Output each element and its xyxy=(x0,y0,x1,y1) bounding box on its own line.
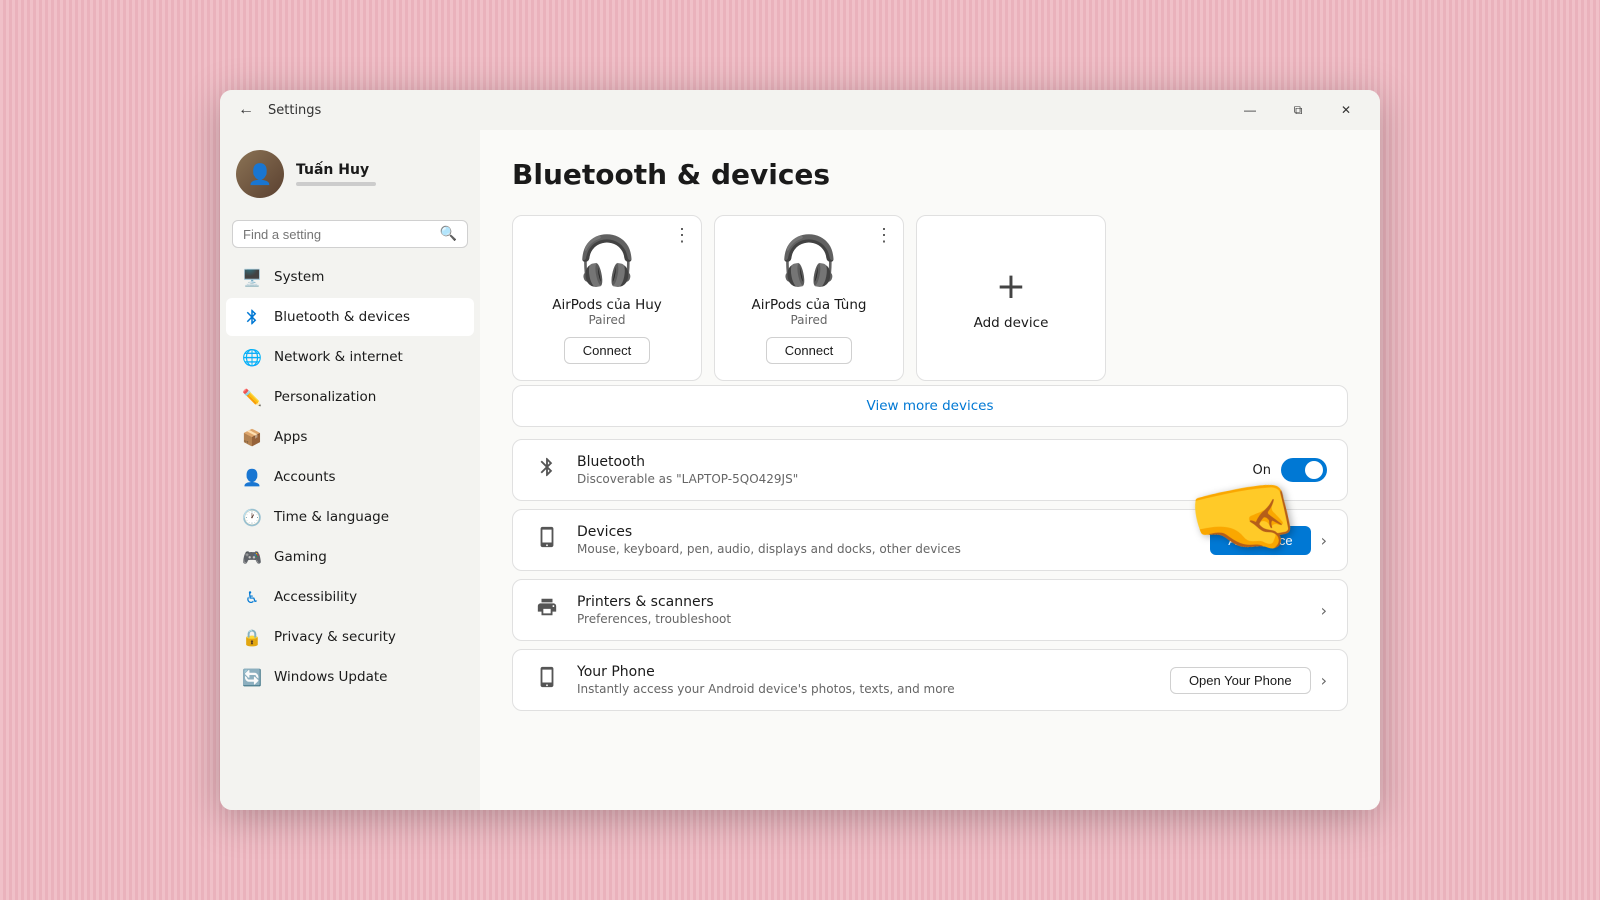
devices-chevron: › xyxy=(1321,531,1327,550)
sidebar-item-label: Privacy & security xyxy=(274,629,396,645)
gaming-icon: 🎮 xyxy=(242,547,262,567)
personalization-icon: ✏️ xyxy=(242,387,262,407)
printers-icon xyxy=(533,596,561,624)
headphones-icon-1: 🎧 xyxy=(577,232,637,289)
device-name-2: AirPods của Tùng xyxy=(752,297,867,313)
phone-icon xyxy=(533,666,561,694)
sidebar-item-gaming[interactable]: 🎮 Gaming xyxy=(226,538,474,576)
restore-button[interactable]: ⧉ xyxy=(1276,94,1320,126)
device-card-1: ⋮ 🎧 AirPods của Huy Paired Connect xyxy=(512,215,702,381)
sidebar-item-label: Windows Update xyxy=(274,669,387,685)
sidebar-item-label: Gaming xyxy=(274,549,327,565)
search-input[interactable] xyxy=(243,227,432,242)
sidebar-item-label: Accessibility xyxy=(274,589,357,605)
sidebar: 👤 Tuấn Huy 🔍 🖥️ System xyxy=(220,130,480,810)
accounts-icon: 👤 xyxy=(242,467,262,487)
sidebar-item-update[interactable]: 🔄 Windows Update xyxy=(226,658,474,696)
connect-btn-2[interactable]: Connect xyxy=(766,337,852,364)
sidebar-item-time[interactable]: 🕐 Time & language xyxy=(226,498,474,536)
content-area: 👤 Tuấn Huy 🔍 🖥️ System xyxy=(220,130,1380,810)
user-status-bar xyxy=(296,182,376,186)
minimize-button[interactable]: — xyxy=(1228,94,1272,126)
device-card-2: ⋮ 🎧 AirPods của Tùng Paired Connect xyxy=(714,215,904,381)
search-box[interactable]: 🔍 xyxy=(232,220,468,248)
sidebar-item-personalization[interactable]: ✏️ Personalization xyxy=(226,378,474,416)
sidebar-item-apps[interactable]: 📦 Apps xyxy=(226,418,474,456)
printers-title: Printers & scanners xyxy=(577,594,1305,610)
phone-chevron: › xyxy=(1321,671,1327,690)
update-icon: 🔄 xyxy=(242,667,262,687)
user-profile: 👤 Tuấn Huy xyxy=(220,142,480,214)
sidebar-item-system[interactable]: 🖥️ System xyxy=(226,258,474,296)
add-device-icon: + xyxy=(996,266,1026,307)
printers-row[interactable]: Printers & scanners Preferences, trouble… xyxy=(512,579,1348,641)
time-icon: 🕐 xyxy=(242,507,262,527)
settings-window: ← Settings — ⧉ ✕ 👤 Tuấn Huy 🔍 xyxy=(220,90,1380,810)
devices-row-icon xyxy=(533,526,561,554)
sidebar-item-network[interactable]: 🌐 Network & internet xyxy=(226,338,474,376)
devices-add-button[interactable]: Add device xyxy=(1210,526,1310,555)
bluetooth-row-icon xyxy=(533,456,561,484)
system-icon: 🖥️ xyxy=(242,267,262,287)
bluetooth-status-label: On xyxy=(1253,463,1271,478)
device-menu-btn-1[interactable]: ⋮ xyxy=(673,226,691,244)
bluetooth-title: Bluetooth xyxy=(577,454,1237,470)
bluetooth-toggle[interactable] xyxy=(1281,458,1327,482)
toggle-knob xyxy=(1305,461,1323,479)
open-phone-button[interactable]: Open Your Phone xyxy=(1170,667,1311,694)
titlebar: ← Settings — ⧉ ✕ xyxy=(220,90,1380,130)
apps-icon: 📦 xyxy=(242,427,262,447)
phone-title: Your Phone xyxy=(577,664,1154,680)
accessibility-icon: ♿ xyxy=(242,587,262,607)
connect-btn-1[interactable]: Connect xyxy=(564,337,650,364)
add-device-card[interactable]: + Add device xyxy=(916,215,1106,381)
device-menu-btn-2[interactable]: ⋮ xyxy=(875,226,893,244)
phone-row[interactable]: Your Phone Instantly access your Android… xyxy=(512,649,1348,711)
phone-subtitle: Instantly access your Android device's p… xyxy=(577,682,1154,696)
titlebar-title: Settings xyxy=(268,103,321,118)
sidebar-item-accounts[interactable]: 👤 Accounts xyxy=(226,458,474,496)
printers-subtitle: Preferences, troubleshoot xyxy=(577,612,1305,626)
sidebar-item-label: Time & language xyxy=(274,509,389,525)
devices-subtitle: Mouse, keyboard, pen, audio, displays an… xyxy=(577,542,1194,556)
headphones-icon-2: 🎧 xyxy=(779,232,839,289)
view-more-bar[interactable]: View more devices xyxy=(512,385,1348,427)
device-name-1: AirPods của Huy xyxy=(552,297,662,313)
view-more-label: View more devices xyxy=(867,398,994,414)
devices-title: Devices xyxy=(577,524,1194,540)
device-status-2: Paired xyxy=(790,313,827,327)
sidebar-item-privacy[interactable]: 🔒 Privacy & security xyxy=(226,618,474,656)
device-status-1: Paired xyxy=(588,313,625,327)
add-device-label: Add device xyxy=(974,315,1049,331)
sidebar-item-accessibility[interactable]: ♿ Accessibility xyxy=(226,578,474,616)
sidebar-item-label: Personalization xyxy=(274,389,376,405)
username: Tuấn Huy xyxy=(296,162,376,178)
search-icon[interactable]: 🔍 xyxy=(440,226,457,242)
avatar: 👤 xyxy=(236,150,284,198)
titlebar-left: ← Settings xyxy=(232,96,321,124)
sidebar-item-label: Bluetooth & devices xyxy=(274,309,410,325)
sidebar-item-label: System xyxy=(274,269,324,285)
network-icon: 🌐 xyxy=(242,347,262,367)
bluetooth-subtitle: Discoverable as "LAPTOP-5QO429JS" xyxy=(577,472,1237,486)
bluetooth-icon xyxy=(242,307,262,327)
titlebar-controls: — ⧉ ✕ xyxy=(1228,94,1368,126)
page-title: Bluetooth & devices xyxy=(512,158,1348,191)
close-button[interactable]: ✕ xyxy=(1324,94,1368,126)
printers-chevron: › xyxy=(1321,601,1327,620)
sidebar-item-label: Apps xyxy=(274,429,307,445)
sidebar-item-label: Accounts xyxy=(274,469,336,485)
bluetooth-row: Bluetooth Discoverable as "LAPTOP-5QO429… xyxy=(512,439,1348,501)
main-content: Bluetooth & devices ⋮ 🎧 AirPods của Huy … xyxy=(480,130,1380,810)
back-button[interactable]: ← xyxy=(232,96,260,124)
privacy-icon: 🔒 xyxy=(242,627,262,647)
sidebar-item-label: Network & internet xyxy=(274,349,403,365)
sidebar-item-bluetooth[interactable]: Bluetooth & devices xyxy=(226,298,474,336)
devices-row[interactable]: Devices Mouse, keyboard, pen, audio, dis… xyxy=(512,509,1348,571)
devices-grid: ⋮ 🎧 AirPods của Huy Paired Connect ⋮ 🎧 A… xyxy=(512,215,1348,381)
